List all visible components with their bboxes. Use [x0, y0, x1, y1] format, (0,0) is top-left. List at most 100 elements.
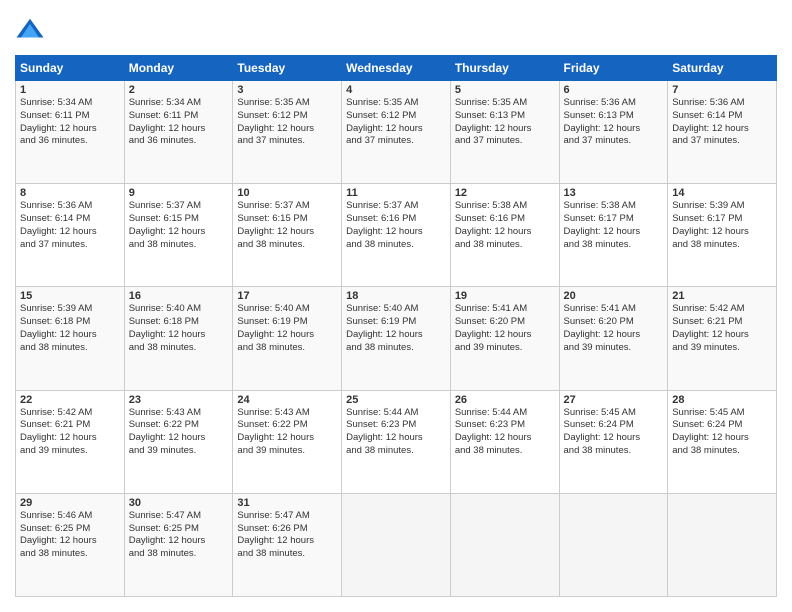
calendar-day-cell: 14 Sunrise: 5:39 AMSunset: 6:17 PMDaylig… — [668, 184, 777, 287]
calendar-day-cell — [668, 493, 777, 596]
day-number: 29 — [20, 497, 120, 509]
day-number: 6 — [564, 84, 664, 96]
calendar-day-cell: 9 Sunrise: 5:37 AMSunset: 6:15 PMDayligh… — [124, 184, 233, 287]
calendar-day-cell: 1 Sunrise: 5:34 AMSunset: 6:11 PMDayligh… — [16, 81, 125, 184]
calendar-day-cell: 26 Sunrise: 5:44 AMSunset: 6:23 PMDaylig… — [450, 390, 559, 493]
calendar-day-cell — [342, 493, 451, 596]
day-info: Sunrise: 5:40 AMSunset: 6:19 PMDaylight:… — [237, 303, 314, 352]
calendar-weekday-header: Wednesday — [342, 56, 451, 81]
day-number: 21 — [672, 290, 772, 302]
day-number: 15 — [20, 290, 120, 302]
day-number: 8 — [20, 187, 120, 199]
calendar-week-row: 1 Sunrise: 5:34 AMSunset: 6:11 PMDayligh… — [16, 81, 777, 184]
day-number: 25 — [346, 394, 446, 406]
calendar-day-cell: 20 Sunrise: 5:41 AMSunset: 6:20 PMDaylig… — [559, 287, 668, 390]
calendar-day-cell: 5 Sunrise: 5:35 AMSunset: 6:13 PMDayligh… — [450, 81, 559, 184]
calendar-weekday-header: Friday — [559, 56, 668, 81]
day-info: Sunrise: 5:37 AMSunset: 6:15 PMDaylight:… — [237, 200, 314, 249]
calendar-day-cell: 6 Sunrise: 5:36 AMSunset: 6:13 PMDayligh… — [559, 81, 668, 184]
day-info: Sunrise: 5:45 AMSunset: 6:24 PMDaylight:… — [564, 407, 641, 456]
day-info: Sunrise: 5:45 AMSunset: 6:24 PMDaylight:… — [672, 407, 749, 456]
logo-icon — [15, 15, 45, 45]
day-info: Sunrise: 5:44 AMSunset: 6:23 PMDaylight:… — [455, 407, 532, 456]
day-info: Sunrise: 5:36 AMSunset: 6:13 PMDaylight:… — [564, 97, 641, 146]
day-number: 7 — [672, 84, 772, 96]
calendar-day-cell: 4 Sunrise: 5:35 AMSunset: 6:12 PMDayligh… — [342, 81, 451, 184]
calendar-week-row: 8 Sunrise: 5:36 AMSunset: 6:14 PMDayligh… — [16, 184, 777, 287]
page: SundayMondayTuesdayWednesdayThursdayFrid… — [0, 0, 792, 612]
day-info: Sunrise: 5:36 AMSunset: 6:14 PMDaylight:… — [672, 97, 749, 146]
day-number: 4 — [346, 84, 446, 96]
calendar-day-cell: 10 Sunrise: 5:37 AMSunset: 6:15 PMDaylig… — [233, 184, 342, 287]
calendar-week-row: 15 Sunrise: 5:39 AMSunset: 6:18 PMDaylig… — [16, 287, 777, 390]
day-info: Sunrise: 5:46 AMSunset: 6:25 PMDaylight:… — [20, 510, 97, 559]
calendar-day-cell: 17 Sunrise: 5:40 AMSunset: 6:19 PMDaylig… — [233, 287, 342, 390]
calendar-day-cell: 15 Sunrise: 5:39 AMSunset: 6:18 PMDaylig… — [16, 287, 125, 390]
calendar-day-cell — [450, 493, 559, 596]
calendar-day-cell: 11 Sunrise: 5:37 AMSunset: 6:16 PMDaylig… — [342, 184, 451, 287]
day-number: 18 — [346, 290, 446, 302]
day-number: 23 — [129, 394, 229, 406]
day-number: 30 — [129, 497, 229, 509]
day-info: Sunrise: 5:43 AMSunset: 6:22 PMDaylight:… — [129, 407, 206, 456]
calendar-day-cell: 2 Sunrise: 5:34 AMSunset: 6:11 PMDayligh… — [124, 81, 233, 184]
day-info: Sunrise: 5:40 AMSunset: 6:19 PMDaylight:… — [346, 303, 423, 352]
calendar-week-row: 29 Sunrise: 5:46 AMSunset: 6:25 PMDaylig… — [16, 493, 777, 596]
day-info: Sunrise: 5:38 AMSunset: 6:16 PMDaylight:… — [455, 200, 532, 249]
day-info: Sunrise: 5:43 AMSunset: 6:22 PMDaylight:… — [237, 407, 314, 456]
day-number: 14 — [672, 187, 772, 199]
day-number: 12 — [455, 187, 555, 199]
day-number: 22 — [20, 394, 120, 406]
header — [15, 15, 777, 45]
day-info: Sunrise: 5:34 AMSunset: 6:11 PMDaylight:… — [129, 97, 206, 146]
calendar-body: 1 Sunrise: 5:34 AMSunset: 6:11 PMDayligh… — [16, 81, 777, 597]
day-info: Sunrise: 5:42 AMSunset: 6:21 PMDaylight:… — [20, 407, 97, 456]
day-number: 31 — [237, 497, 337, 509]
calendar-day-cell: 31 Sunrise: 5:47 AMSunset: 6:26 PMDaylig… — [233, 493, 342, 596]
calendar-day-cell: 7 Sunrise: 5:36 AMSunset: 6:14 PMDayligh… — [668, 81, 777, 184]
day-info: Sunrise: 5:34 AMSunset: 6:11 PMDaylight:… — [20, 97, 97, 146]
day-number: 17 — [237, 290, 337, 302]
calendar-weekday-header: Thursday — [450, 56, 559, 81]
calendar-day-cell: 27 Sunrise: 5:45 AMSunset: 6:24 PMDaylig… — [559, 390, 668, 493]
day-info: Sunrise: 5:35 AMSunset: 6:13 PMDaylight:… — [455, 97, 532, 146]
day-info: Sunrise: 5:37 AMSunset: 6:16 PMDaylight:… — [346, 200, 423, 249]
day-number: 5 — [455, 84, 555, 96]
day-info: Sunrise: 5:41 AMSunset: 6:20 PMDaylight:… — [455, 303, 532, 352]
day-info: Sunrise: 5:39 AMSunset: 6:17 PMDaylight:… — [672, 200, 749, 249]
day-number: 27 — [564, 394, 664, 406]
calendar-day-cell: 13 Sunrise: 5:38 AMSunset: 6:17 PMDaylig… — [559, 184, 668, 287]
logo — [15, 15, 47, 45]
day-number: 9 — [129, 187, 229, 199]
calendar-day-cell: 24 Sunrise: 5:43 AMSunset: 6:22 PMDaylig… — [233, 390, 342, 493]
calendar-day-cell: 25 Sunrise: 5:44 AMSunset: 6:23 PMDaylig… — [342, 390, 451, 493]
day-number: 16 — [129, 290, 229, 302]
calendar-day-cell: 22 Sunrise: 5:42 AMSunset: 6:21 PMDaylig… — [16, 390, 125, 493]
day-info: Sunrise: 5:41 AMSunset: 6:20 PMDaylight:… — [564, 303, 641, 352]
day-info: Sunrise: 5:35 AMSunset: 6:12 PMDaylight:… — [346, 97, 423, 146]
day-number: 28 — [672, 394, 772, 406]
calendar-day-cell: 19 Sunrise: 5:41 AMSunset: 6:20 PMDaylig… — [450, 287, 559, 390]
calendar-day-cell: 28 Sunrise: 5:45 AMSunset: 6:24 PMDaylig… — [668, 390, 777, 493]
day-info: Sunrise: 5:35 AMSunset: 6:12 PMDaylight:… — [237, 97, 314, 146]
calendar-day-cell: 21 Sunrise: 5:42 AMSunset: 6:21 PMDaylig… — [668, 287, 777, 390]
day-number: 13 — [564, 187, 664, 199]
calendar-weekday-header: Tuesday — [233, 56, 342, 81]
day-number: 20 — [564, 290, 664, 302]
day-number: 11 — [346, 187, 446, 199]
day-number: 2 — [129, 84, 229, 96]
calendar-day-cell: 29 Sunrise: 5:46 AMSunset: 6:25 PMDaylig… — [16, 493, 125, 596]
day-number: 26 — [455, 394, 555, 406]
day-number: 24 — [237, 394, 337, 406]
day-info: Sunrise: 5:47 AMSunset: 6:25 PMDaylight:… — [129, 510, 206, 559]
day-number: 3 — [237, 84, 337, 96]
calendar-day-cell — [559, 493, 668, 596]
calendar-day-cell: 18 Sunrise: 5:40 AMSunset: 6:19 PMDaylig… — [342, 287, 451, 390]
day-info: Sunrise: 5:39 AMSunset: 6:18 PMDaylight:… — [20, 303, 97, 352]
calendar-weekday-header: Monday — [124, 56, 233, 81]
calendar-day-cell: 3 Sunrise: 5:35 AMSunset: 6:12 PMDayligh… — [233, 81, 342, 184]
day-number: 1 — [20, 84, 120, 96]
calendar-table: SundayMondayTuesdayWednesdayThursdayFrid… — [15, 55, 777, 597]
day-info: Sunrise: 5:38 AMSunset: 6:17 PMDaylight:… — [564, 200, 641, 249]
day-number: 19 — [455, 290, 555, 302]
